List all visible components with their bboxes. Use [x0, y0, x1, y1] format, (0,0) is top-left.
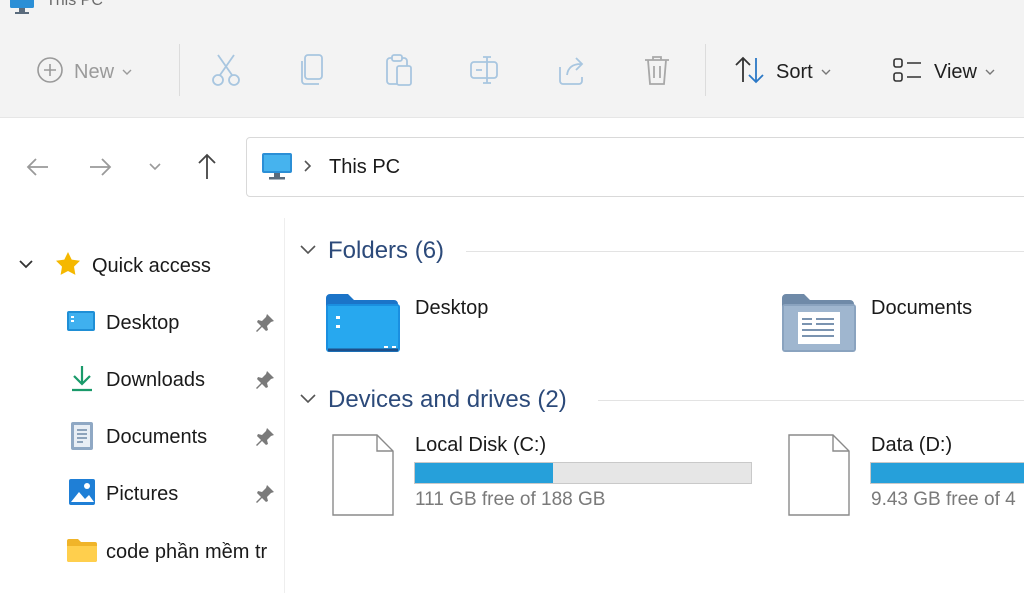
- drive-file-icon: [332, 434, 394, 521]
- folders-section-header[interactable]: Folders (6): [298, 234, 444, 268]
- pin-icon[interactable]: [254, 483, 276, 510]
- chevron-down-icon[interactable]: [298, 388, 318, 413]
- back-arrow-icon[interactable]: [24, 147, 52, 192]
- title-bar: This PC: [0, 0, 1024, 18]
- sidebar-item-documents[interactable]: Documents: [0, 413, 285, 457]
- section-title: Folders (6): [328, 237, 445, 264]
- sidebar-item-label: Quick access: [92, 255, 211, 277]
- sort-icon: [734, 55, 766, 90]
- share-button[interactable]: [556, 52, 588, 92]
- chevron-down-icon: [122, 63, 132, 81]
- sidebar-item-code-folder[interactable]: code phần mềm tr: [0, 528, 285, 572]
- desktop-icon: [66, 307, 96, 340]
- new-label: New: [74, 60, 115, 83]
- view-list-icon: [892, 56, 924, 89]
- new-button[interactable]: New: [36, 52, 132, 92]
- pin-icon[interactable]: [254, 426, 276, 453]
- folder-tile-desktop[interactable]: Desktop: [322, 288, 742, 358]
- star-icon: [54, 250, 82, 283]
- sidebar-item-pictures[interactable]: Pictures: [0, 470, 285, 514]
- toolbar-divider: [705, 44, 706, 96]
- view-label: View: [934, 60, 977, 83]
- pin-icon[interactable]: [254, 369, 276, 396]
- drive-usage-fill: [871, 463, 1024, 483]
- drive-free-text: 9.43 GB free of 4: [871, 489, 1016, 510]
- cut-icon: [210, 53, 242, 92]
- rename-icon: [469, 53, 501, 92]
- section-divider: [466, 251, 1024, 252]
- command-bar: New Sort View: [0, 18, 1024, 118]
- drive-tile-c[interactable]: Local Disk (C:) 111 GB free of 188 GB: [328, 430, 758, 520]
- plus-circle-icon: [36, 56, 64, 89]
- sidebar-item-label: Pictures: [106, 483, 179, 505]
- share-icon: [556, 53, 588, 92]
- delete-button[interactable]: [643, 52, 671, 92]
- breadcrumb-this-pc[interactable]: This PC: [329, 156, 400, 179]
- sidebar-item-label: code phần mềm tr: [106, 541, 268, 563]
- chevron-down-icon[interactable]: [298, 239, 318, 264]
- window-title: This PC: [46, 0, 103, 9]
- sidebar-item-quick-access[interactable]: Quick access: [0, 242, 285, 286]
- chevron-down-icon[interactable]: [16, 254, 36, 279]
- chevron-down-icon: [821, 63, 831, 81]
- folder-name: Documents: [871, 297, 973, 319]
- chevron-down-icon: [985, 63, 995, 81]
- copy-button[interactable]: [298, 52, 326, 92]
- folder-tile-documents[interactable]: Documents: [778, 288, 1024, 358]
- pictures-icon: [68, 478, 96, 511]
- delete-icon: [643, 53, 671, 92]
- drives-section-header[interactable]: Devices and drives (2): [298, 383, 567, 417]
- pin-icon[interactable]: [254, 312, 276, 339]
- drive-free-text: 111 GB free of 188 GB: [415, 489, 606, 510]
- section-title: Devices and drives (2): [328, 386, 567, 413]
- drive-name: Data (D:): [871, 434, 953, 456]
- sidebar-item-label: Desktop: [106, 312, 180, 334]
- folder-name: Desktop: [415, 297, 489, 319]
- sidebar-item-label: Downloads: [106, 369, 205, 391]
- drive-usage-fill: [415, 463, 553, 483]
- sidebar-item-downloads[interactable]: Downloads: [0, 356, 285, 400]
- sort-button[interactable]: Sort: [734, 52, 831, 92]
- documents-folder-icon: [780, 292, 858, 358]
- address-bar[interactable]: This PC: [246, 137, 1024, 197]
- drive-usage-bar: [414, 462, 752, 484]
- cut-button[interactable]: [210, 52, 242, 92]
- recent-locations-chevron-icon[interactable]: [148, 147, 162, 192]
- navigation-pane: Quick access Desktop Downloads Documents: [0, 218, 285, 593]
- drive-file-icon: [788, 434, 850, 520]
- sidebar-item-label: Documents: [106, 426, 208, 448]
- documents-icon: [70, 421, 94, 456]
- folder-icon: [66, 536, 98, 569]
- forward-arrow-icon[interactable]: [86, 147, 114, 192]
- sidebar-item-desktop[interactable]: Desktop: [0, 299, 285, 343]
- this-pc-icon: [261, 152, 293, 187]
- drive-tile-d[interactable]: Data (D:) 9.43 GB free of 4: [784, 430, 1024, 520]
- download-icon: [68, 364, 96, 397]
- copy-icon: [298, 53, 326, 92]
- view-button[interactable]: View: [892, 52, 995, 92]
- toolbar-divider: [179, 44, 180, 96]
- section-divider: [598, 400, 1024, 401]
- paste-button[interactable]: [384, 52, 414, 92]
- desktop-folder-icon: [324, 292, 402, 359]
- drive-name: Local Disk (C:): [415, 434, 547, 456]
- rename-button[interactable]: [469, 52, 501, 92]
- paste-icon: [384, 53, 414, 92]
- up-arrow-icon[interactable]: [193, 147, 221, 192]
- drive-usage-bar: [870, 462, 1024, 484]
- chevron-right-icon: [303, 158, 313, 179]
- sort-label: Sort: [776, 60, 813, 83]
